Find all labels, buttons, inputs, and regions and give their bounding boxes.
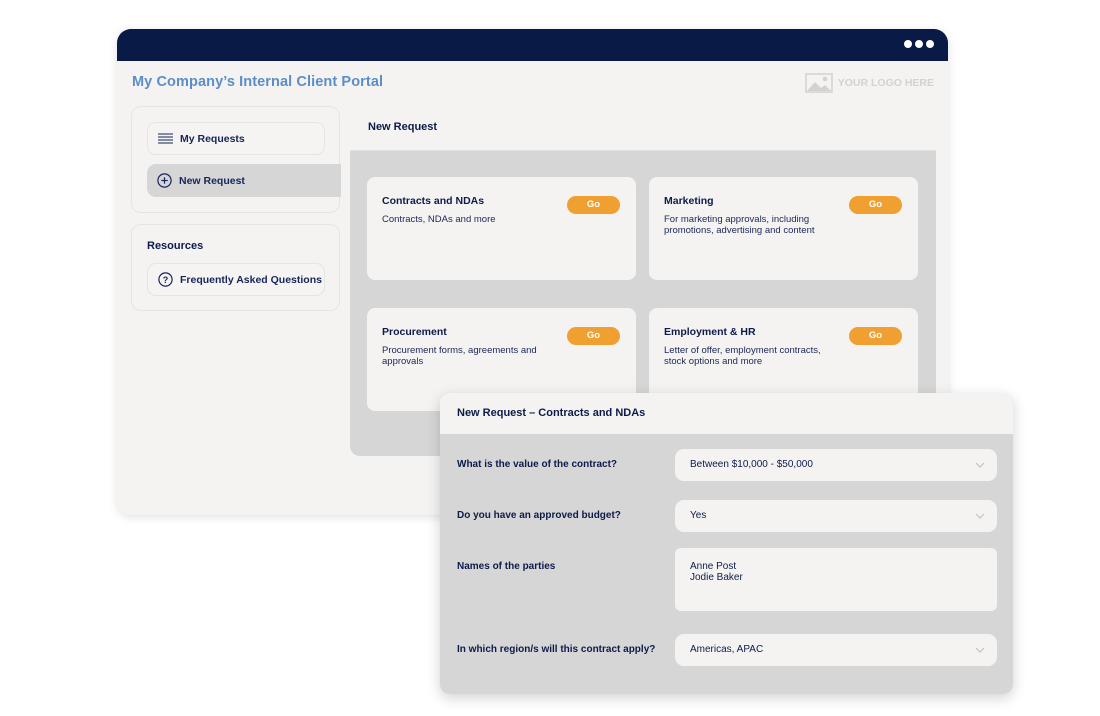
parties-names-textarea[interactable]: Anne Post Jodie Baker	[675, 548, 997, 611]
question-label: Do you have an approved budget?	[457, 510, 621, 521]
question-circle-icon: ?	[158, 272, 173, 287]
window-titlebar	[117, 29, 948, 61]
sidebar-item-new-request[interactable]: New Request	[147, 164, 341, 197]
sidebar-item-label: Frequently Asked Questions	[180, 273, 322, 286]
dot	[926, 40, 934, 48]
select-value: Yes	[690, 510, 707, 521]
category-title: Employment & HR	[664, 326, 756, 338]
panel-title: New Request	[368, 121, 438, 133]
sidebar-item-my-requests[interactable]: My Requests	[147, 122, 325, 155]
go-button[interactable]: Go	[849, 196, 902, 214]
category-description: Letter of offer, employment contracts, s…	[664, 345, 821, 367]
go-button[interactable]: Go	[567, 327, 620, 345]
portal-title: My Company’s Internal Client Portal	[132, 74, 384, 90]
sidebar-item-label: My Requests	[180, 132, 245, 145]
logo-text: YOUR LOGO HERE	[837, 77, 934, 89]
form-title: New Request – Contracts and NDAs	[457, 407, 646, 419]
category-description: For marketing approvals, including promo…	[664, 214, 815, 236]
region-select[interactable]: Americas, APAC	[675, 634, 997, 666]
question-label: What is the value of the contract?	[457, 459, 618, 470]
sidebar-item-label: New Request	[179, 174, 245, 187]
plus-circle-icon	[157, 173, 172, 188]
approved-budget-select[interactable]: Yes	[675, 500, 997, 532]
list-icon	[158, 132, 173, 144]
contract-value-select[interactable]: Between $10,000 - $50,000	[675, 449, 997, 481]
chevron-down-icon	[975, 647, 985, 653]
category-title: Contracts and NDAs	[382, 195, 485, 207]
sidebar-nav: My Requests New Request	[131, 106, 341, 213]
select-value: Between $10,000 - $50,000	[690, 459, 813, 470]
question-label: In which region/s will this contract app…	[457, 644, 656, 655]
image-placeholder-icon	[804, 73, 833, 93]
panel-header: New Request	[350, 106, 936, 151]
go-button[interactable]: Go	[567, 196, 620, 214]
resources-title: Resources	[147, 240, 204, 252]
form-header: New Request – Contracts and NDAs	[440, 393, 1013, 434]
logo: YOUR LOGO HERE	[804, 73, 934, 93]
contracts-request-form: New Request – Contracts and NDAs What is…	[440, 393, 1013, 694]
category-card-marketing: Marketing For marketing approvals, inclu…	[649, 177, 918, 280]
question-label: Names of the parties	[457, 561, 556, 572]
category-description: Procurement forms, agreements and approv…	[382, 345, 537, 367]
more-dots-icon[interactable]	[904, 40, 934, 48]
svg-text:?: ?	[163, 275, 169, 285]
category-title: Procurement	[382, 326, 447, 338]
select-value: Americas, APAC	[690, 644, 764, 655]
chevron-down-icon	[975, 513, 985, 519]
go-button[interactable]: Go	[849, 327, 902, 345]
sidebar-item-faq[interactable]: ? Frequently Asked Questions	[147, 263, 325, 296]
category-description: Contracts, NDAs and more	[382, 214, 496, 225]
resources-section: Resources ? Frequently Asked Questions	[131, 224, 340, 311]
dot	[915, 40, 923, 48]
category-title: Marketing	[664, 195, 714, 207]
chevron-down-icon	[975, 462, 985, 468]
category-card-contracts: Contracts and NDAs Contracts, NDAs and m…	[367, 177, 636, 280]
dot	[904, 40, 912, 48]
